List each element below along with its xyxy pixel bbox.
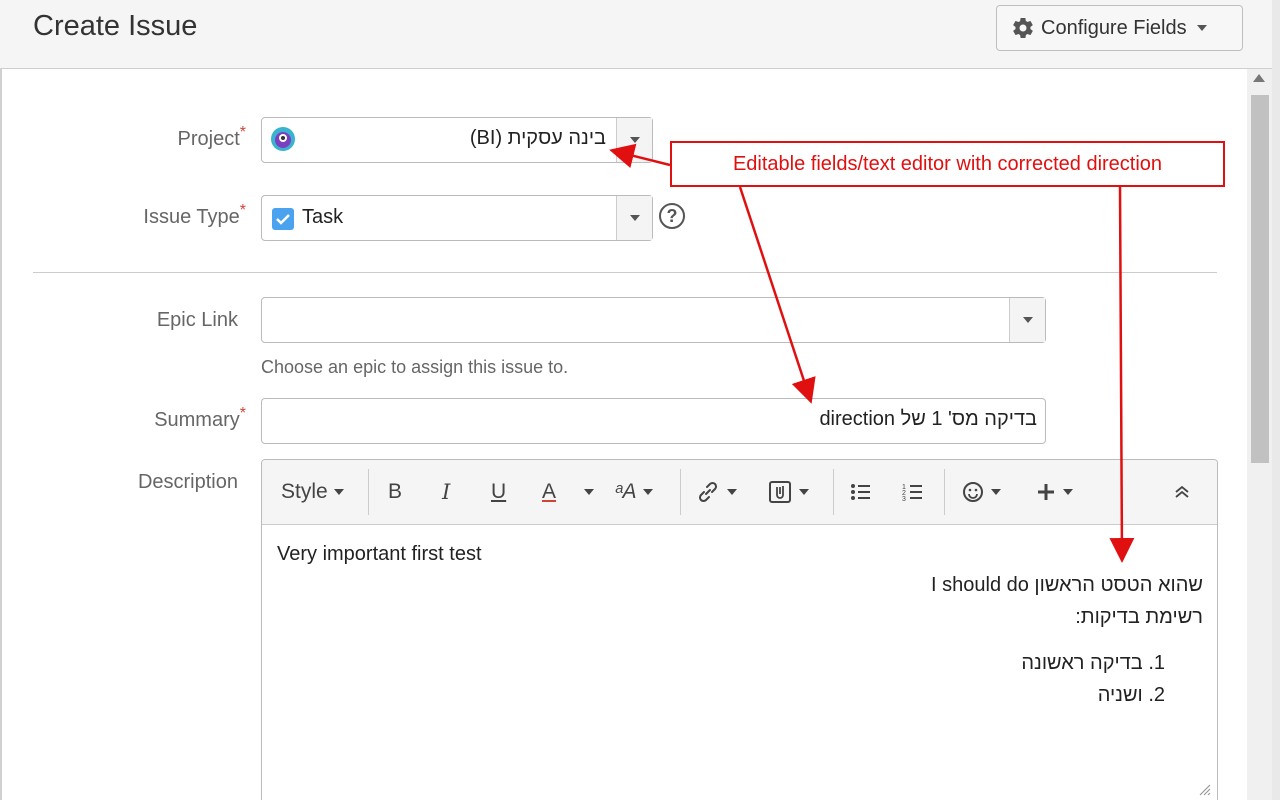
help-icon[interactable]: ? (659, 203, 685, 229)
plus-icon (1038, 484, 1054, 500)
chevron-down-icon (799, 489, 809, 495)
chevron-down-icon (629, 137, 640, 143)
chevron-down-icon (991, 489, 1001, 495)
scroll-up-icon[interactable] (1253, 74, 1265, 82)
dialog-header: Create Issue Configure Fields (0, 0, 1280, 69)
chevron-down-icon (1063, 489, 1073, 495)
toolbar-separator (944, 469, 945, 515)
list-item-text: ושניה (1097, 684, 1143, 706)
description-line-3: רשימת בדיקות: (1075, 606, 1203, 628)
background-page-strip (1272, 0, 1280, 800)
emoji-icon (963, 482, 983, 502)
scrollbar-thumb[interactable] (1251, 95, 1269, 463)
collapse-toolbar-button[interactable] (1172, 478, 1192, 506)
editor-toolbar: Style B I U A ᵃA 123 (262, 460, 1217, 525)
description-line-1: Very important first test (277, 543, 482, 565)
toolbar-separator (680, 469, 681, 515)
gear-icon (1013, 18, 1033, 39)
project-avatar-icon (271, 127, 295, 151)
chevron-down-icon (584, 489, 594, 495)
required-marker: * (239, 405, 246, 422)
issue-type-select[interactable]: Task (261, 195, 653, 241)
arrow-to-summary (738, 186, 816, 404)
project-select[interactable]: בינה עסקית (BI) (261, 117, 653, 163)
summary-value: בדיקה מס' 1 של direction (819, 408, 1037, 430)
list-item: 2. ושניה (1098, 684, 1165, 707)
attachment-icon (769, 481, 791, 503)
configure-fields-button[interactable]: Configure Fields (996, 5, 1243, 51)
project-value: בינה עסקית (BI) (469, 127, 606, 149)
required-marker: * (239, 202, 246, 219)
dialog-title: Create Issue (33, 10, 198, 42)
list-item-text: בדיקה ראשונה (1021, 652, 1143, 674)
chevron-down-icon (727, 489, 737, 495)
svg-text:3: 3 (902, 496, 906, 503)
bold-button[interactable]: B (388, 478, 402, 506)
issue-type-dropdown-button[interactable] (616, 196, 652, 240)
style-label: Style (281, 480, 328, 503)
toolbar-separator (833, 469, 834, 515)
chevron-down-icon (642, 489, 653, 495)
attachment-button[interactable] (767, 478, 809, 506)
toolbar-separator (368, 469, 369, 515)
chevron-down-icon (1022, 317, 1033, 323)
required-marker: * (239, 124, 246, 141)
font-size-glyph: ᵃA (615, 480, 637, 503)
list-item-number: 1. (1148, 652, 1165, 674)
numbered-list-icon: 123 (902, 484, 922, 503)
bullet-list-button[interactable] (849, 478, 873, 506)
epic-link-hint: Choose an epic to assign this issue to. (261, 357, 569, 377)
text-color-button[interactable]: A (542, 478, 556, 506)
epic-link-label: Epic Link (156, 309, 238, 331)
configure-fields-label: Configure Fields (1041, 16, 1187, 39)
section-divider (33, 272, 1217, 273)
project-dropdown-button[interactable] (616, 118, 652, 162)
task-checkbox-icon (272, 208, 294, 230)
bullet-list-icon (851, 484, 870, 500)
link-icon (698, 481, 718, 503)
underline-button[interactable]: U (491, 478, 506, 506)
dialog-left-border (0, 69, 2, 800)
summary-input[interactable]: בדיקה מס' 1 של direction (261, 398, 1046, 444)
text-color-dropdown[interactable] (578, 478, 594, 506)
editor-content[interactable]: Very important first test שהוא הטסט הראש… (262, 526, 1217, 800)
emoji-button[interactable] (961, 478, 1001, 506)
style-dropdown[interactable]: Style (281, 478, 344, 506)
summary-label: Summary* (154, 405, 246, 431)
project-label: Project* (177, 124, 246, 150)
annotation-callout: Editable fields/text editor with correct… (670, 141, 1225, 187)
double-chevron-up-icon (1175, 485, 1189, 498)
numbered-list-button[interactable]: 123 (901, 478, 925, 506)
issue-type-label: Issue Type* (143, 202, 246, 228)
description-line-2: שהוא הטסט הראשון I should do (931, 574, 1203, 596)
epic-link-select[interactable] (261, 297, 1046, 343)
resize-handle-icon[interactable] (1197, 782, 1211, 796)
link-button[interactable] (695, 478, 737, 506)
italic-button[interactable]: I (442, 478, 450, 506)
insert-more-button[interactable] (1035, 478, 1073, 506)
epic-link-dropdown-button[interactable] (1009, 298, 1045, 342)
description-editor[interactable]: Style B I U A ᵃA 123 Very important firs… (261, 459, 1218, 800)
chevron-down-icon (333, 489, 344, 495)
list-item: 1. בדיקה ראשונה (1021, 652, 1165, 675)
chevron-down-icon (1196, 25, 1207, 31)
issue-type-value: Task (302, 206, 344, 228)
chevron-down-icon (629, 215, 640, 221)
list-item-number: 2. (1148, 684, 1165, 706)
description-label: Description (137, 471, 238, 493)
font-size-button[interactable]: ᵃA (615, 478, 653, 506)
